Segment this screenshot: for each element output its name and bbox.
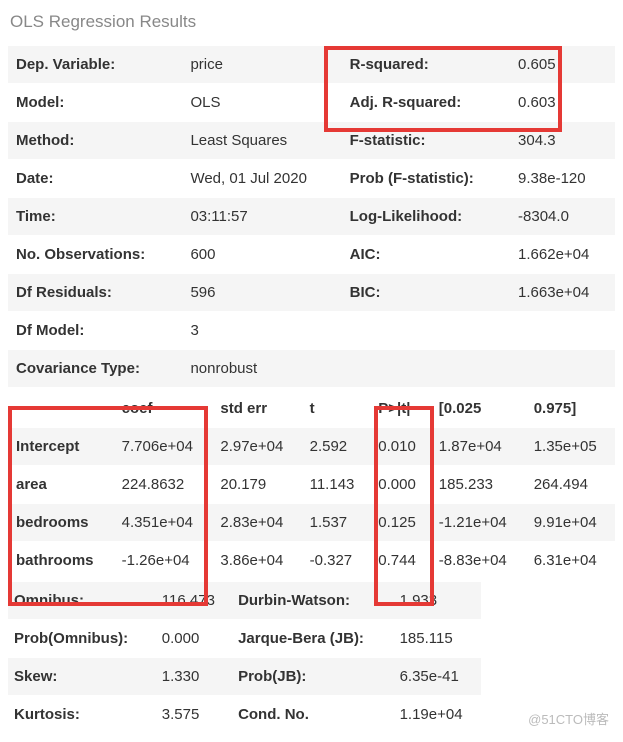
- col-header: P>|t|: [370, 390, 431, 428]
- label: Prob(JB):: [232, 658, 394, 696]
- value: 3.575: [156, 696, 232, 734]
- cell: 1.35e+05: [526, 428, 615, 466]
- cell: 1.537: [302, 504, 371, 542]
- cell: 2.592: [302, 428, 371, 466]
- cell: 11.143: [302, 466, 371, 504]
- label: Kurtosis:: [8, 696, 156, 734]
- cell: 9.91e+04: [526, 504, 615, 542]
- label: No. Observations:: [8, 236, 182, 274]
- cell: 6.31e+04: [526, 542, 615, 580]
- col-header: 0.975]: [526, 390, 615, 428]
- value: 185.115: [394, 620, 482, 658]
- label: Adj. R-squared:: [342, 84, 510, 122]
- value: 1.663e+04: [510, 274, 615, 312]
- summary-table: Dep. Variable: price R-squared: 0.605 Mo…: [8, 46, 615, 388]
- value: 596: [182, 274, 341, 312]
- coefficients-table: coef std err t P>|t| [0.025 0.975] Inter…: [8, 390, 615, 580]
- label: Omnibus:: [8, 582, 156, 620]
- value: 6.35e-41: [394, 658, 482, 696]
- label: Dep. Variable:: [8, 46, 182, 84]
- page-title: OLS Regression Results: [10, 12, 615, 32]
- col-header: [0.025: [431, 390, 526, 428]
- cell: 7.706e+04: [114, 428, 213, 466]
- watermark: @51CTO博客: [528, 709, 609, 728]
- cell: -1.21e+04: [431, 504, 526, 542]
- label: Jarque-Bera (JB):: [232, 620, 394, 658]
- label: BIC:: [342, 274, 510, 312]
- value: 116.473: [156, 582, 232, 620]
- value: OLS: [182, 84, 341, 122]
- cell: 224.8632: [114, 466, 213, 504]
- cell: 4.351e+04: [114, 504, 213, 542]
- value: 0.000: [156, 620, 232, 658]
- label: Date:: [8, 160, 182, 198]
- row-name: area: [8, 466, 114, 504]
- label: Prob(Omnibus):: [8, 620, 156, 658]
- row-name: bathrooms: [8, 542, 114, 580]
- col-header: std err: [212, 390, 301, 428]
- label: Covariance Type:: [8, 350, 182, 388]
- cell: 3.86e+04: [212, 542, 301, 580]
- value: 1.933: [394, 582, 482, 620]
- value: 600: [182, 236, 341, 274]
- cell: 0.125: [370, 504, 431, 542]
- cell: 185.233: [431, 466, 526, 504]
- value: 9.38e-120: [510, 160, 615, 198]
- label: Time:: [8, 198, 182, 236]
- label: Durbin-Watson:: [232, 582, 394, 620]
- cell: 0.010: [370, 428, 431, 466]
- row-name: Intercept: [8, 428, 114, 466]
- cell: 264.494: [526, 466, 615, 504]
- cell: 2.83e+04: [212, 504, 301, 542]
- value: 0.603: [510, 84, 615, 122]
- label: F-statistic:: [342, 122, 510, 160]
- label: Df Residuals:: [8, 274, 182, 312]
- value: 3: [182, 312, 341, 350]
- label: Method:: [8, 122, 182, 160]
- cell: -0.327: [302, 542, 371, 580]
- value: price: [182, 46, 341, 84]
- cell: 2.97e+04: [212, 428, 301, 466]
- cell: 0.744: [370, 542, 431, 580]
- label: Skew:: [8, 658, 156, 696]
- cell: -1.26e+04: [114, 542, 213, 580]
- value: 03:11:57: [182, 198, 341, 236]
- value: 1.19e+04: [394, 696, 482, 734]
- value: 1.330: [156, 658, 232, 696]
- label: Df Model:: [8, 312, 182, 350]
- col-header: t: [302, 390, 371, 428]
- label: Cond. No.: [232, 696, 394, 734]
- cell: 20.179: [212, 466, 301, 504]
- diagnostics-table: Omnibus: 116.473 Durbin-Watson: 1.933 Pr…: [8, 582, 481, 734]
- cell: 0.000: [370, 466, 431, 504]
- value: Least Squares: [182, 122, 341, 160]
- col-header: [8, 390, 114, 428]
- label: Prob (F-statistic):: [342, 160, 510, 198]
- label: Log-Likelihood:: [342, 198, 510, 236]
- cell: -8.83e+04: [431, 542, 526, 580]
- label: AIC:: [342, 236, 510, 274]
- label: Model:: [8, 84, 182, 122]
- value: -8304.0: [510, 198, 615, 236]
- cell: 1.87e+04: [431, 428, 526, 466]
- value: 0.605: [510, 46, 615, 84]
- row-name: bedrooms: [8, 504, 114, 542]
- value: 1.662e+04: [510, 236, 615, 274]
- label: R-squared:: [342, 46, 510, 84]
- value: nonrobust: [182, 350, 341, 388]
- col-header: coef: [114, 390, 213, 428]
- value: 304.3: [510, 122, 615, 160]
- value: Wed, 01 Jul 2020: [182, 160, 341, 198]
